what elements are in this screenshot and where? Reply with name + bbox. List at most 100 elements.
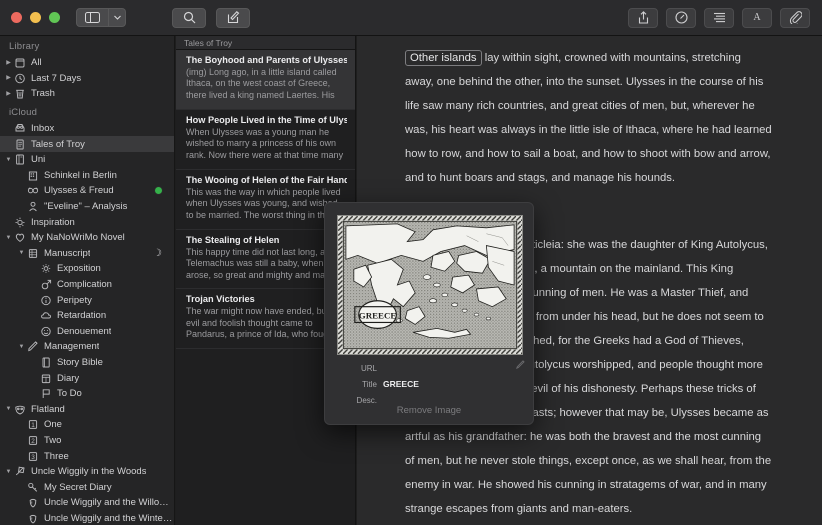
list-item[interactable]: The Boyhood and Parents of Ulysses (img) … <box>176 50 355 110</box>
sidebar-item-trash[interactable]: ▶ Trash <box>0 86 174 102</box>
list-item-excerpt: When Ulysses was a young man he wished t… <box>186 127 344 162</box>
sidebar-item-my-nanowrimo-novel[interactable]: ▼ My NaNoWriMo Novel <box>0 230 174 246</box>
disclosure-triangle-icon[interactable]: ▼ <box>4 469 13 475</box>
disclosure-triangle-icon[interactable]: ▼ <box>4 235 13 241</box>
sidebar-item-my-secret-diary[interactable]: My Secret Diary <box>0 479 174 495</box>
outline-button[interactable] <box>704 7 734 28</box>
sidebar-item-exposition[interactable]: Exposition <box>0 261 174 277</box>
sidebar-item-label: Complication <box>57 279 112 291</box>
sidebar-item-inbox[interactable]: Inbox <box>0 121 174 137</box>
dashboard-button[interactable] <box>666 7 696 28</box>
disclosure-triangle-icon[interactable]: ▶ <box>4 60 13 66</box>
moon-icon: ☽ <box>153 247 162 259</box>
sidebar-toggle-button[interactable] <box>76 8 109 27</box>
sidebar-item-peripety[interactable]: Peripety <box>0 292 174 308</box>
svg-text:GREECE: GREECE <box>359 311 397 321</box>
sidebar-item-label: Last 7 Days <box>31 72 82 84</box>
sidebar-item-to-do[interactable]: To Do <box>0 386 174 402</box>
mask-icon <box>13 403 27 416</box>
list-item-excerpt: (img) Long ago, in a little island calle… <box>186 67 337 102</box>
sidebar-item-label: Diary <box>57 372 80 384</box>
status-badge <box>155 187 162 195</box>
image-title-value[interactable]: GREECE <box>383 379 419 389</box>
smiley-icon <box>39 325 53 338</box>
number-1-icon: 1 <box>26 418 40 431</box>
list-item-title: The Wooing of Helen of the Fair Hands <box>186 175 347 185</box>
format-button[interactable]: A <box>742 7 772 28</box>
sidebar-item-uni[interactable]: ▼ Uni <box>0 152 174 168</box>
sidebar-item-label: To Do <box>57 388 82 400</box>
editor-paragraph-1-rest: lay within sight, crowned with mountains… <box>405 52 772 184</box>
sidebar-item-last-7-days[interactable]: ▶ Last 7 Days <box>0 71 174 87</box>
sidebar-item-label: Denouement <box>57 325 112 337</box>
disclosure-triangle-icon[interactable]: ▼ <box>4 157 13 163</box>
cloud-icon <box>39 309 53 322</box>
scrivener-window: A Library ▶ All ▶ Last 7 Days ▶ Trash iCloud Inb… <box>0 0 822 525</box>
disclosure-triangle-icon[interactable]: ▶ <box>4 75 13 81</box>
sidebar-item-all[interactable]: ▶ All <box>0 55 174 71</box>
selected-phrase[interactable]: Other islands <box>405 50 482 66</box>
sidebar-item-label: Uni <box>31 154 46 166</box>
sidebar-item-flatland[interactable]: ▼ Flatland <box>0 401 174 417</box>
sidebar-item-label: Tales of Troy <box>31 138 85 150</box>
list-item-title: Trojan Victories <box>186 294 255 305</box>
zoom-window-button[interactable] <box>49 12 60 23</box>
archive-icon <box>13 56 27 69</box>
sidebar-item-manuscript[interactable]: ▼ Manuscript ☽ <box>0 246 174 262</box>
sidebar-options-button[interactable] <box>109 8 126 27</box>
image-settings-popover[interactable]: GREECE URL Title GREECE Desc. Remove Ima… <box>324 202 534 425</box>
minimize-window-button[interactable] <box>30 12 41 23</box>
remove-image-button[interactable]: Remove Image <box>325 405 533 416</box>
close-window-button[interactable] <box>11 12 22 23</box>
disclosure-triangle-icon[interactable]: ▼ <box>4 406 13 412</box>
disclosure-triangle-icon[interactable]: ▶ <box>4 91 13 97</box>
sidebar-toggle-group <box>76 8 126 27</box>
attachments-button[interactable] <box>780 7 810 28</box>
sidebar-item-label: Inspiration <box>31 216 75 228</box>
sidebar-item-uncle-wiggily-and-the-willow-tree[interactable]: Uncle Wiggily and the Willow Tree <box>0 495 174 511</box>
sidebar-item-inspiration[interactable]: Inspiration <box>0 214 174 230</box>
editor-paragraph-1[interactable]: Other islands lay within sight, crowned … <box>405 46 772 190</box>
sidebar-item-two[interactable]: 2 Two <box>0 433 174 449</box>
pencil-icon[interactable] <box>516 360 525 369</box>
sidebar-item-retardation[interactable]: Retardation <box>0 308 174 324</box>
list-item-title: How People Lived in the Time of Ulysses <box>186 115 347 125</box>
binder-sidebar[interactable]: Library ▶ All ▶ Last 7 Days ▶ Trash iCloud Inbox… <box>0 36 175 525</box>
sidebar-item-ulysses-freud[interactable]: Ulysses & Freud <box>0 183 174 199</box>
compose-button[interactable] <box>216 7 250 28</box>
sidebar-item-three[interactable]: 3 Three <box>0 448 174 464</box>
sidebar-item-uncle-wiggily-in-the-woods[interactable]: ▼ Uncle Wiggily in the Woods <box>0 464 174 480</box>
sidebar-item-uncle-wiggily-and-the-wintergreen[interactable]: Uncle Wiggily and the Wintergreen <box>0 511 174 525</box>
sidebar-item-label: Schinkel in Berlin <box>44 169 117 181</box>
image-title-field-row[interactable]: Title GREECE <box>325 376 533 392</box>
sidebar-item-schinkel-in-berlin[interactable]: Schinkel in Berlin <box>0 168 174 184</box>
share-button[interactable] <box>628 7 658 28</box>
image-url-label: URL <box>360 363 377 373</box>
sidebar-section-header: iCloud <box>9 106 38 118</box>
sidebar-item-denouement[interactable]: Denouement <box>0 324 174 340</box>
sun-icon <box>39 262 53 275</box>
disclosure-triangle-icon[interactable]: ▼ <box>17 250 26 256</box>
image-url-field-row[interactable]: URL <box>325 360 533 376</box>
list-item[interactable]: How People Lived in the Time of Ulysses W… <box>176 110 355 170</box>
sidebar-item-one[interactable]: 1 One <box>0 417 174 433</box>
sidebar-item-complication[interactable]: Complication <box>0 277 174 293</box>
sidebar-item-management[interactable]: ▼ Management <box>0 339 174 355</box>
sidebar-item-label: Uncle Wiggily and the Willow Tree <box>44 497 174 509</box>
sidebar-item-diary[interactable]: Diary <box>0 370 174 386</box>
sidebar-item-eveline-analysis[interactable]: "Eveline" – Analysis <box>0 199 174 215</box>
spark-icon <box>13 216 27 229</box>
format-button-label: A <box>753 12 761 23</box>
sidebar-item-story-bible[interactable]: Story Bible <box>0 355 174 371</box>
list-item-title: The Stealing of Helen <box>186 235 280 245</box>
book-icon <box>13 153 27 166</box>
sidebar-item-label: Retardation <box>57 310 107 322</box>
search-button[interactable] <box>172 7 206 28</box>
map-of-greece-image[interactable]: GREECE <box>337 215 523 355</box>
sidebar-item-tales-of-troy[interactable]: Tales of Troy <box>0 136 174 152</box>
disclosure-triangle-icon[interactable]: ▼ <box>17 344 26 350</box>
list-item-excerpt: This happy time did not last long, and T… <box>186 247 347 280</box>
flag-icon <box>39 387 53 400</box>
sidebar-item-label: My NaNoWriMo Novel <box>31 232 125 244</box>
document-icon <box>13 138 27 151</box>
